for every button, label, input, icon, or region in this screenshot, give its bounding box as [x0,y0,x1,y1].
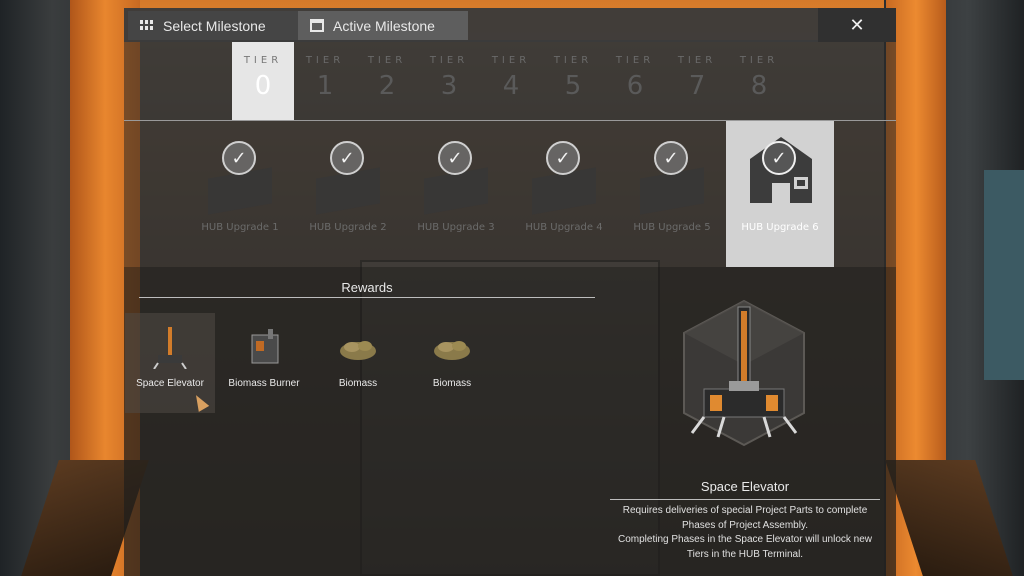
reward-item[interactable]: Biomass Burner [219,313,309,413]
tier-label: TIER [367,55,407,66]
tier-label: TIER [305,55,345,66]
milestone-details-panel: Rewards Space Elevator Biomass Burner Biom… [124,267,896,576]
grid-icon [140,19,154,32]
milestone-label: HUB Upgrade 6 [741,222,819,233]
tier-label: TIER [491,55,531,66]
milestone-hub-upgrade-6[interactable]: ✓ HUB Upgrade 6 [726,121,834,267]
biomass-icon [434,341,470,360]
tier-label: TIER [429,55,469,66]
checkmark-icon: ✓ [762,141,796,175]
rewards-heading: Rewards [341,280,393,295]
tier-number: 3 [440,71,458,101]
tier-label: TIER [243,55,283,66]
tier-label: TIER [615,55,655,66]
detail-divider [610,499,880,500]
checkmark-icon: ✓ [546,141,580,175]
tier-number: 6 [626,71,644,101]
close-button[interactable]: ✕ [818,8,896,42]
tier-tab-1[interactable]: TIER 1 [294,42,356,120]
tier-number: 1 [316,71,334,101]
tier-tab-2[interactable]: TIER 2 [356,42,418,120]
tier-number: 2 [378,71,396,101]
tier-number: 0 [254,71,272,101]
milestone-label: HUB Upgrade 2 [309,222,387,233]
rewards-divider [139,297,595,298]
tier-label: TIER [553,55,593,66]
tier-label: TIER [677,55,717,66]
milestone-list: ✓ HUB Upgrade 1 ✓ HUB Upgrade 2 ✓ HUB Upgrade… [124,121,896,267]
checkmark-icon: ✓ [330,141,364,175]
tier-tab-0[interactable]: TIER 0 [232,42,294,120]
tier-selector: TIER 0 TIER 1 TIER 2 TIER 3 TIER 4 TIER 5 TIER 6 TIER 7… [124,42,896,120]
tab-select-milestone[interactable]: Select Milestone [128,11,298,40]
tier-tab-3[interactable]: TIER 3 [418,42,480,120]
tab-bar: Select Milestone Active Milestone ✕ [124,8,896,42]
window-icon [310,19,324,32]
milestone-hub-upgrade-4[interactable]: ✓ HUB Upgrade 4 [510,121,618,267]
tab-select-milestone-label: Select Milestone [163,17,266,34]
tier-tab-5[interactable]: TIER 5 [542,42,604,120]
checkmark-icon: ✓ [654,141,688,175]
milestone-hub-upgrade-5[interactable]: ✓ HUB Upgrade 5 [618,121,726,267]
close-icon: ✕ [849,14,865,36]
milestone-label: HUB Upgrade 3 [417,222,495,233]
checkmark-icon: ✓ [438,141,472,175]
tier-tab-7[interactable]: TIER 7 [666,42,728,120]
milestone-window: Select Milestone Active Milestone ✕ TIER… [124,8,896,576]
tab-active-milestone[interactable]: Active Milestone [298,11,468,40]
tier-number: 8 [750,71,768,101]
detail-description: Requires deliveries of special Project P… [617,505,873,560]
milestone-label: HUB Upgrade 1 [201,222,279,233]
milestone-hub-upgrade-3[interactable]: ✓ HUB Upgrade 3 [402,121,510,267]
tier-number: 5 [564,71,582,101]
milestone-hub-upgrade-2[interactable]: ✓ HUB Upgrade 2 [294,121,402,267]
milestone-label: HUB Upgrade 4 [525,222,603,233]
tier-tab-4[interactable]: TIER 4 [480,42,542,120]
biomass-icon [340,341,376,360]
tier-tab-6[interactable]: TIER 6 [604,42,666,120]
space-elevator-preview-icon [683,299,805,447]
milestone-hub-upgrade-1[interactable]: ✓ HUB Upgrade 1 [186,121,294,267]
tier-number: 4 [502,71,520,101]
milestone-label: HUB Upgrade 5 [633,222,711,233]
reward-item[interactable]: Biomass [407,313,497,413]
checkmark-icon: ✓ [222,141,256,175]
detail-title: Space Elevator [700,479,790,494]
reward-item[interactable]: Biomass [313,313,403,413]
space-elevator-icon [153,327,187,369]
biomass-burner-icon [251,329,279,364]
tier-tab-8[interactable]: TIER 8 [728,42,790,120]
tier-number: 7 [688,71,706,101]
tab-active-milestone-label: Active Milestone [333,17,435,34]
background-panel-right [984,170,1024,380]
tier-label: TIER [739,55,779,66]
reward-label: Biomass [432,378,472,389]
